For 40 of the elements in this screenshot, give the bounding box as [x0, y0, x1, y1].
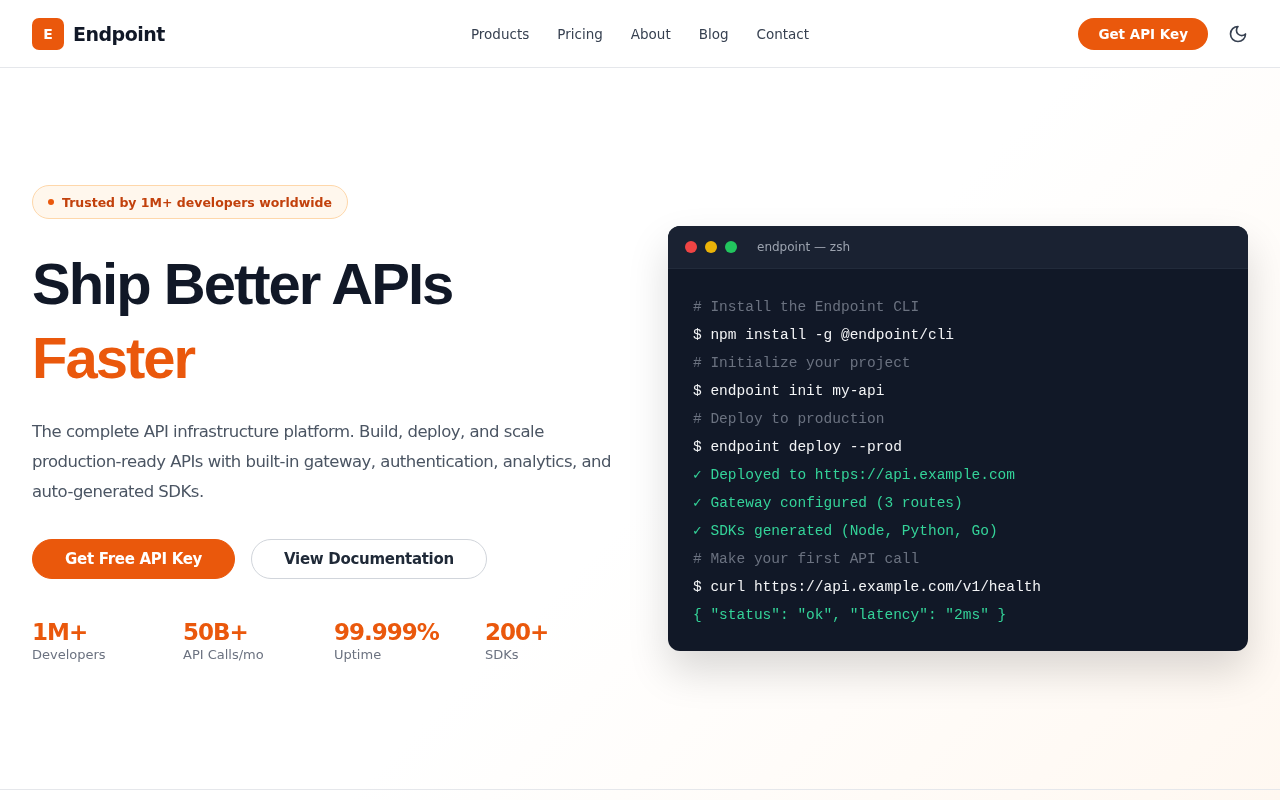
code-comment: # Deploy to production [693, 410, 885, 429]
stat-label: Uptime [334, 647, 382, 662]
stat-label: API Calls/mo [183, 647, 264, 662]
stat-value: 50B+ [183, 619, 248, 645]
nav-link[interactable]: Pricing [557, 25, 603, 42]
code-command: $ curl https://api.example.com/v1/health [693, 578, 1042, 597]
badge-text: Trusted by 1M+ developers worldwide [62, 194, 332, 210]
code-output: ✓ Gateway configured (3 routes) [693, 494, 963, 513]
window-dot[interactable] [725, 241, 737, 253]
secondary-button[interactable]: View Documentation [251, 539, 487, 579]
stat-value: 200+ [485, 619, 549, 645]
nav-link[interactable]: Products [470, 25, 530, 42]
code-output: { "status": "ok", "latency": "2ms" } [693, 606, 1007, 625]
code-output: ✓ Deployed to https://api.example.com [693, 466, 1015, 485]
nav-link[interactable]: About [630, 25, 671, 42]
code-comment: # Initialize your project [693, 354, 911, 373]
logo-mark: E [32, 17, 64, 50]
code-command: $ npm install -g @endpoint/cli [693, 326, 955, 345]
nav-link[interactable]: Blog [698, 25, 729, 42]
headline: Ship Better APIs [32, 250, 453, 318]
code-command: $ endpoint deploy --prod [693, 438, 902, 457]
code-output: ✓ SDKs generated (Node, Python, Go) [693, 522, 998, 541]
stat-label: SDKs [485, 647, 519, 662]
get-api-key-button[interactable]: Get API Key [1078, 17, 1208, 50]
stat-value: 99.999% [334, 619, 439, 645]
window-dot[interactable] [685, 241, 697, 253]
nav-link[interactable]: Contact [756, 25, 810, 42]
terminal-title: endpoint — zsh [757, 240, 850, 254]
code-comment: # Install the Endpoint CLI [693, 298, 920, 317]
headline-accent: Faster [32, 324, 195, 392]
stat-value: 1M+ [32, 619, 88, 645]
dot-icon [48, 199, 54, 205]
code-comment: # Make your first API call [693, 550, 920, 569]
brand-name: Endpoint [73, 22, 165, 45]
primary-button[interactable]: Get Free API Key [32, 539, 236, 579]
stat-label: Developers [32, 647, 106, 662]
hero-description: The complete API infrastructure platform. Build, deploy, and scale production-ready APIs with built-in gateway, authentication, analytics, and auto-generated SDKs. [32, 421, 612, 503]
window-dot[interactable] [705, 241, 717, 253]
moon-icon[interactable] [1228, 23, 1248, 44]
code-command: $ endpoint init my-api [693, 382, 885, 401]
